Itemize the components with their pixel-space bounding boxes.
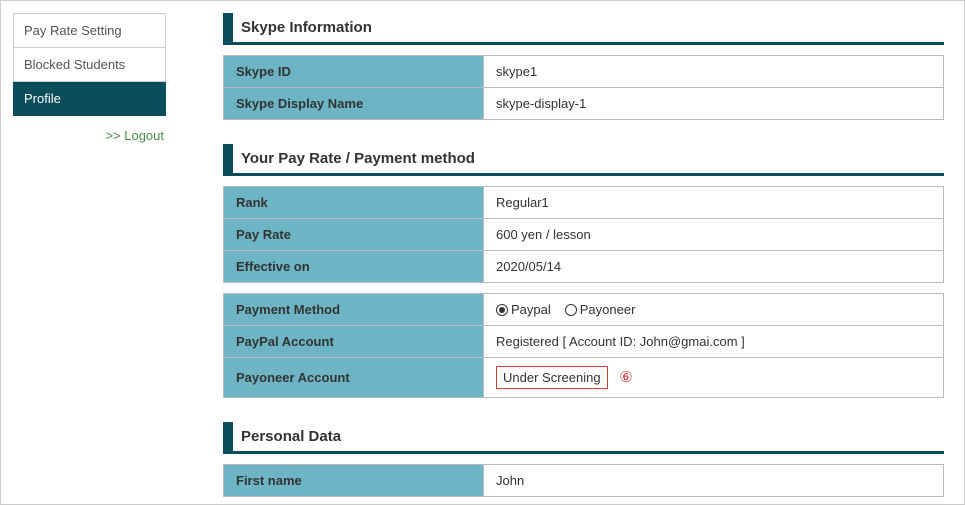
label-first-name: First name	[224, 465, 484, 497]
value-payoneer-account: Under Screening ⑥	[484, 358, 944, 398]
label-pay-rate: Pay Rate	[224, 219, 484, 251]
section-title-personal: Personal Data	[223, 422, 944, 454]
label-paypal-account: PayPal Account	[224, 326, 484, 358]
payment-method-radio-group: Paypal Payoneer	[496, 302, 931, 317]
logout-wrap: >> Logout	[13, 128, 166, 143]
section-title-pay-rate: Your Pay Rate / Payment method	[223, 144, 944, 176]
table-row: Skype Display Name skype-display-1	[224, 88, 944, 120]
label-payment-method: Payment Method	[224, 294, 484, 326]
table-row: Skype ID skype1	[224, 56, 944, 88]
value-payment-method: Paypal Payoneer	[484, 294, 944, 326]
annotation-badge-6: ⑥	[619, 369, 632, 386]
table-row: Rank Regular1	[224, 187, 944, 219]
table-row: Payoneer Account Under Screening ⑥	[224, 358, 944, 398]
label-rank: Rank	[224, 187, 484, 219]
radio-item-payoneer[interactable]: Payoneer	[565, 302, 636, 317]
main-content: Skype Information Skype ID skype1 Skype …	[223, 13, 944, 505]
logout-link[interactable]: >> Logout	[105, 128, 164, 143]
label-skype-id: Skype ID	[224, 56, 484, 88]
section-skype: Skype Information Skype ID skype1 Skype …	[223, 13, 944, 120]
sidebar: Pay Rate Setting Blocked Students Profil…	[13, 13, 166, 143]
table-row: Pay Rate 600 yen / lesson	[224, 219, 944, 251]
section-title-skype: Skype Information	[223, 13, 944, 45]
label-skype-display-name: Skype Display Name	[224, 88, 484, 120]
sidebar-item-profile[interactable]: Profile	[13, 82, 166, 116]
value-first-name: John	[484, 465, 944, 497]
label-payoneer-account: Payoneer Account	[224, 358, 484, 398]
value-effective-on: 2020/05/14	[484, 251, 944, 283]
sidebar-item-pay-rate-setting[interactable]: Pay Rate Setting	[13, 13, 166, 48]
value-skype-display-name: skype-display-1	[484, 88, 944, 120]
table-row: Payment Method Paypal Payoneer	[224, 294, 944, 326]
label-effective-on: Effective on	[224, 251, 484, 283]
table-row: PayPal Account Registered [ Account ID: …	[224, 326, 944, 358]
radio-label-paypal: Paypal	[511, 302, 551, 317]
radio-label-payoneer: Payoneer	[580, 302, 636, 317]
value-rank: Regular1	[484, 187, 944, 219]
radio-item-paypal[interactable]: Paypal	[496, 302, 551, 317]
value-paypal-account: Registered [ Account ID: John@gmai.com ]	[484, 326, 944, 358]
payrate-info-table: Rank Regular1 Pay Rate 600 yen / lesson …	[223, 186, 944, 283]
radio-icon	[565, 304, 577, 316]
sidebar-item-blocked-students[interactable]: Blocked Students	[13, 48, 166, 82]
value-skype-id: skype1	[484, 56, 944, 88]
table-row: Effective on 2020/05/14	[224, 251, 944, 283]
section-pay-rate: Your Pay Rate / Payment method Rank Regu…	[223, 144, 944, 398]
table-row: First name John	[224, 465, 944, 497]
payoneer-status-box: Under Screening	[496, 366, 608, 389]
section-personal: Personal Data First name John	[223, 422, 944, 497]
value-pay-rate: 600 yen / lesson	[484, 219, 944, 251]
skype-table: Skype ID skype1 Skype Display Name skype…	[223, 55, 944, 120]
personal-table: First name John	[223, 464, 944, 497]
radio-icon	[496, 304, 508, 316]
payment-method-table: Payment Method Paypal Payoneer	[223, 293, 944, 398]
